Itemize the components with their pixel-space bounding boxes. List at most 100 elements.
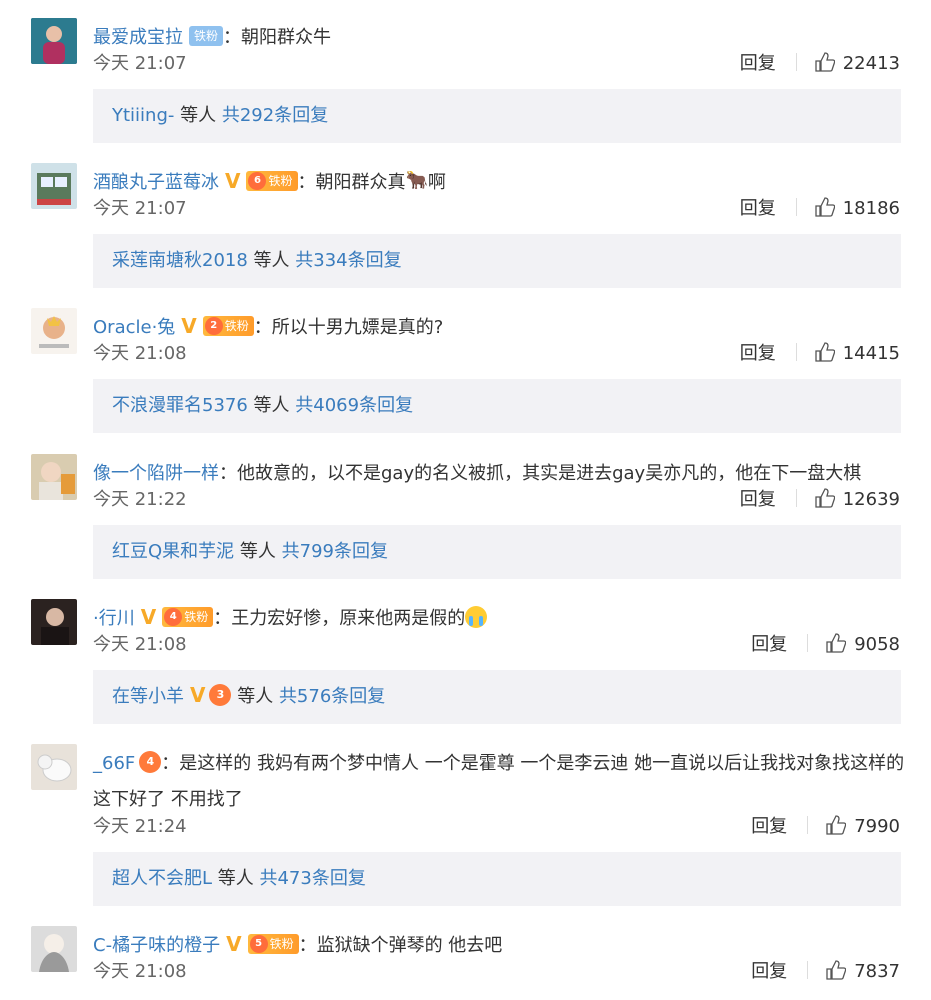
crying-emoji-icon <box>465 606 488 628</box>
comment-text: ：朝阳群众牛 <box>223 27 332 48</box>
like-count: 22413 <box>842 53 900 74</box>
reply-user[interactable]: Ytiiing- <box>112 105 174 126</box>
avatar[interactable] <box>31 308 77 354</box>
like-count: 18186 <box>842 198 900 219</box>
thumbs-up-icon[interactable] <box>815 197 835 217</box>
comment-text: ：监狱缺个弹琴的 他去吧 <box>298 935 503 956</box>
username[interactable]: 最爱成宝拉 <box>93 27 183 48</box>
reply-thread[interactable]: 红豆Q果和芋泥 等人 共799条回复 <box>93 525 901 579</box>
divider <box>807 816 809 834</box>
timestamp: 今天 21:24 <box>93 816 187 837</box>
reply-thread-text: 等人 <box>212 868 260 889</box>
avatar-image <box>31 744 77 790</box>
username[interactable]: _66F <box>93 753 135 774</box>
verified-v-icon: V <box>181 314 197 338</box>
reply-user[interactable]: 超人不会肥L <box>112 868 212 889</box>
fan-badge-label: 铁粉 <box>224 319 249 333</box>
avatar[interactable] <box>31 744 77 790</box>
reply-count-link[interactable]: 共4069条回复 <box>295 395 413 416</box>
reply-thread-text: 等人 <box>174 105 222 126</box>
avatar-image <box>31 18 77 64</box>
comment-text: ：王力宏好惨，原来他两是假的 <box>213 608 466 629</box>
username[interactable]: Oracle·兔 <box>93 317 175 338</box>
reply-count-link[interactable]: 共334条回复 <box>295 250 401 271</box>
reply-user[interactable]: 不浪漫罪名5376 <box>112 395 248 416</box>
verified-v-icon: V <box>226 932 242 956</box>
fan-badge: 5 铁粉 <box>247 934 299 954</box>
like-count: 7837 <box>854 961 900 982</box>
comment-actions: 回复 7837 <box>751 957 900 987</box>
reply-button[interactable]: 回复 <box>751 630 787 660</box>
comment-text-tail: 啊 <box>427 172 446 193</box>
avatar-image <box>31 308 77 354</box>
like-count: 9058 <box>854 634 900 655</box>
reply-button[interactable]: 回复 <box>740 49 776 79</box>
username[interactable]: ·行川 <box>93 608 135 629</box>
reply-user[interactable]: 红豆Q果和芋泥 <box>112 541 234 562</box>
reply-thread[interactable]: Ytiiing- 等人 共292条回复 <box>93 89 901 143</box>
reply-thread[interactable]: 在等小羊 V 3 等人 共576条回复 <box>93 670 901 724</box>
comment-list: 最爱成宝拉铁粉 ：朝阳群众牛 今天 21:07 回复 22413 Ytiiing- … <box>0 0 931 1000</box>
reply-count-link[interactable]: 共799条回复 <box>282 541 388 562</box>
reply-thread-text: 等人 <box>247 395 296 416</box>
reply-button[interactable]: 回复 <box>740 485 776 515</box>
avatar-image <box>31 454 77 500</box>
reply-thread-text: 等人 <box>247 250 296 271</box>
comment-actions: 回复 14415 <box>740 339 900 369</box>
divider <box>795 198 797 216</box>
fan-badge-label: 铁粉 <box>184 610 209 624</box>
avatar-image <box>31 599 77 645</box>
reply-button[interactable]: 回复 <box>740 194 776 224</box>
comment-line: _66F 4 ：是这样的 我妈有两个梦中情人 一个是霍尊 一个是李云迪 她一直说以后… <box>93 746 911 818</box>
username[interactable]: 像一个陷阱一样 <box>93 463 219 484</box>
reply-button[interactable]: 回复 <box>740 339 776 369</box>
avatar[interactable] <box>31 454 77 500</box>
crown-icon: 6 <box>248 172 267 190</box>
comment-actions: 回复 9058 <box>751 630 900 660</box>
reply-button[interactable]: 回复 <box>751 957 787 987</box>
thumbs-up-icon[interactable] <box>826 960 847 980</box>
timestamp: 今天 21:22 <box>93 489 187 510</box>
reply-thread-text: 等人 <box>234 541 282 562</box>
reply-user[interactable]: 采莲南塘秋2018 <box>112 250 248 271</box>
avatar[interactable] <box>31 18 77 64</box>
avatar[interactable] <box>31 163 77 209</box>
thumbs-up-icon[interactable] <box>826 815 847 835</box>
like-count: 7990 <box>854 816 900 837</box>
timestamp: 今天 21:07 <box>93 53 187 74</box>
divider <box>807 961 809 979</box>
username[interactable]: C-橘子味的橙子 <box>93 935 220 956</box>
reply-thread-text: 等人 <box>231 686 279 707</box>
crown-icon: 4 <box>139 751 162 773</box>
fan-badge-label: 铁粉 <box>269 937 294 951</box>
comment-actions: 回复 22413 <box>740 49 900 79</box>
comment-actions: 回复 18186 <box>740 194 900 224</box>
reply-button[interactable]: 回复 <box>751 812 787 842</box>
avatar[interactable] <box>31 599 77 645</box>
reply-thread[interactable]: 不浪漫罪名5376 等人 共4069条回复 <box>93 379 901 433</box>
avatar[interactable] <box>31 926 77 972</box>
timestamp: 今天 21:08 <box>93 343 187 364</box>
comment-actions: 回复 12639 <box>740 485 900 515</box>
crown-icon: 2 <box>204 317 223 335</box>
reply-thread[interactable]: 超人不会肥L 等人 共473条回复 <box>93 852 901 906</box>
thumbs-up-icon[interactable] <box>815 52 835 72</box>
avatar-image <box>31 926 77 972</box>
thumbs-up-icon[interactable] <box>815 342 835 362</box>
divider <box>795 53 797 71</box>
divider <box>807 634 809 652</box>
reply-count-link[interactable]: 共292条回复 <box>222 105 328 126</box>
reply-count-link[interactable]: 共576条回复 <box>279 686 385 707</box>
thumbs-up-icon[interactable] <box>815 488 835 508</box>
like-count: 12639 <box>842 489 900 510</box>
timestamp: 今天 21:08 <box>93 961 187 982</box>
crown-icon: 5 <box>249 935 268 953</box>
reply-user[interactable]: 在等小羊 <box>112 686 184 707</box>
username[interactable]: 酒酿丸子蓝莓冰 <box>93 172 219 193</box>
fan-badge: 6 铁粉 <box>246 171 298 191</box>
thumbs-up-icon[interactable] <box>826 633 847 653</box>
fan-badge: 2 铁粉 <box>202 316 254 336</box>
reply-count-link[interactable]: 共473条回复 <box>259 868 365 889</box>
reply-thread[interactable]: 采莲南塘秋2018 等人 共334条回复 <box>93 234 901 288</box>
verified-v-icon: V <box>225 169 241 193</box>
